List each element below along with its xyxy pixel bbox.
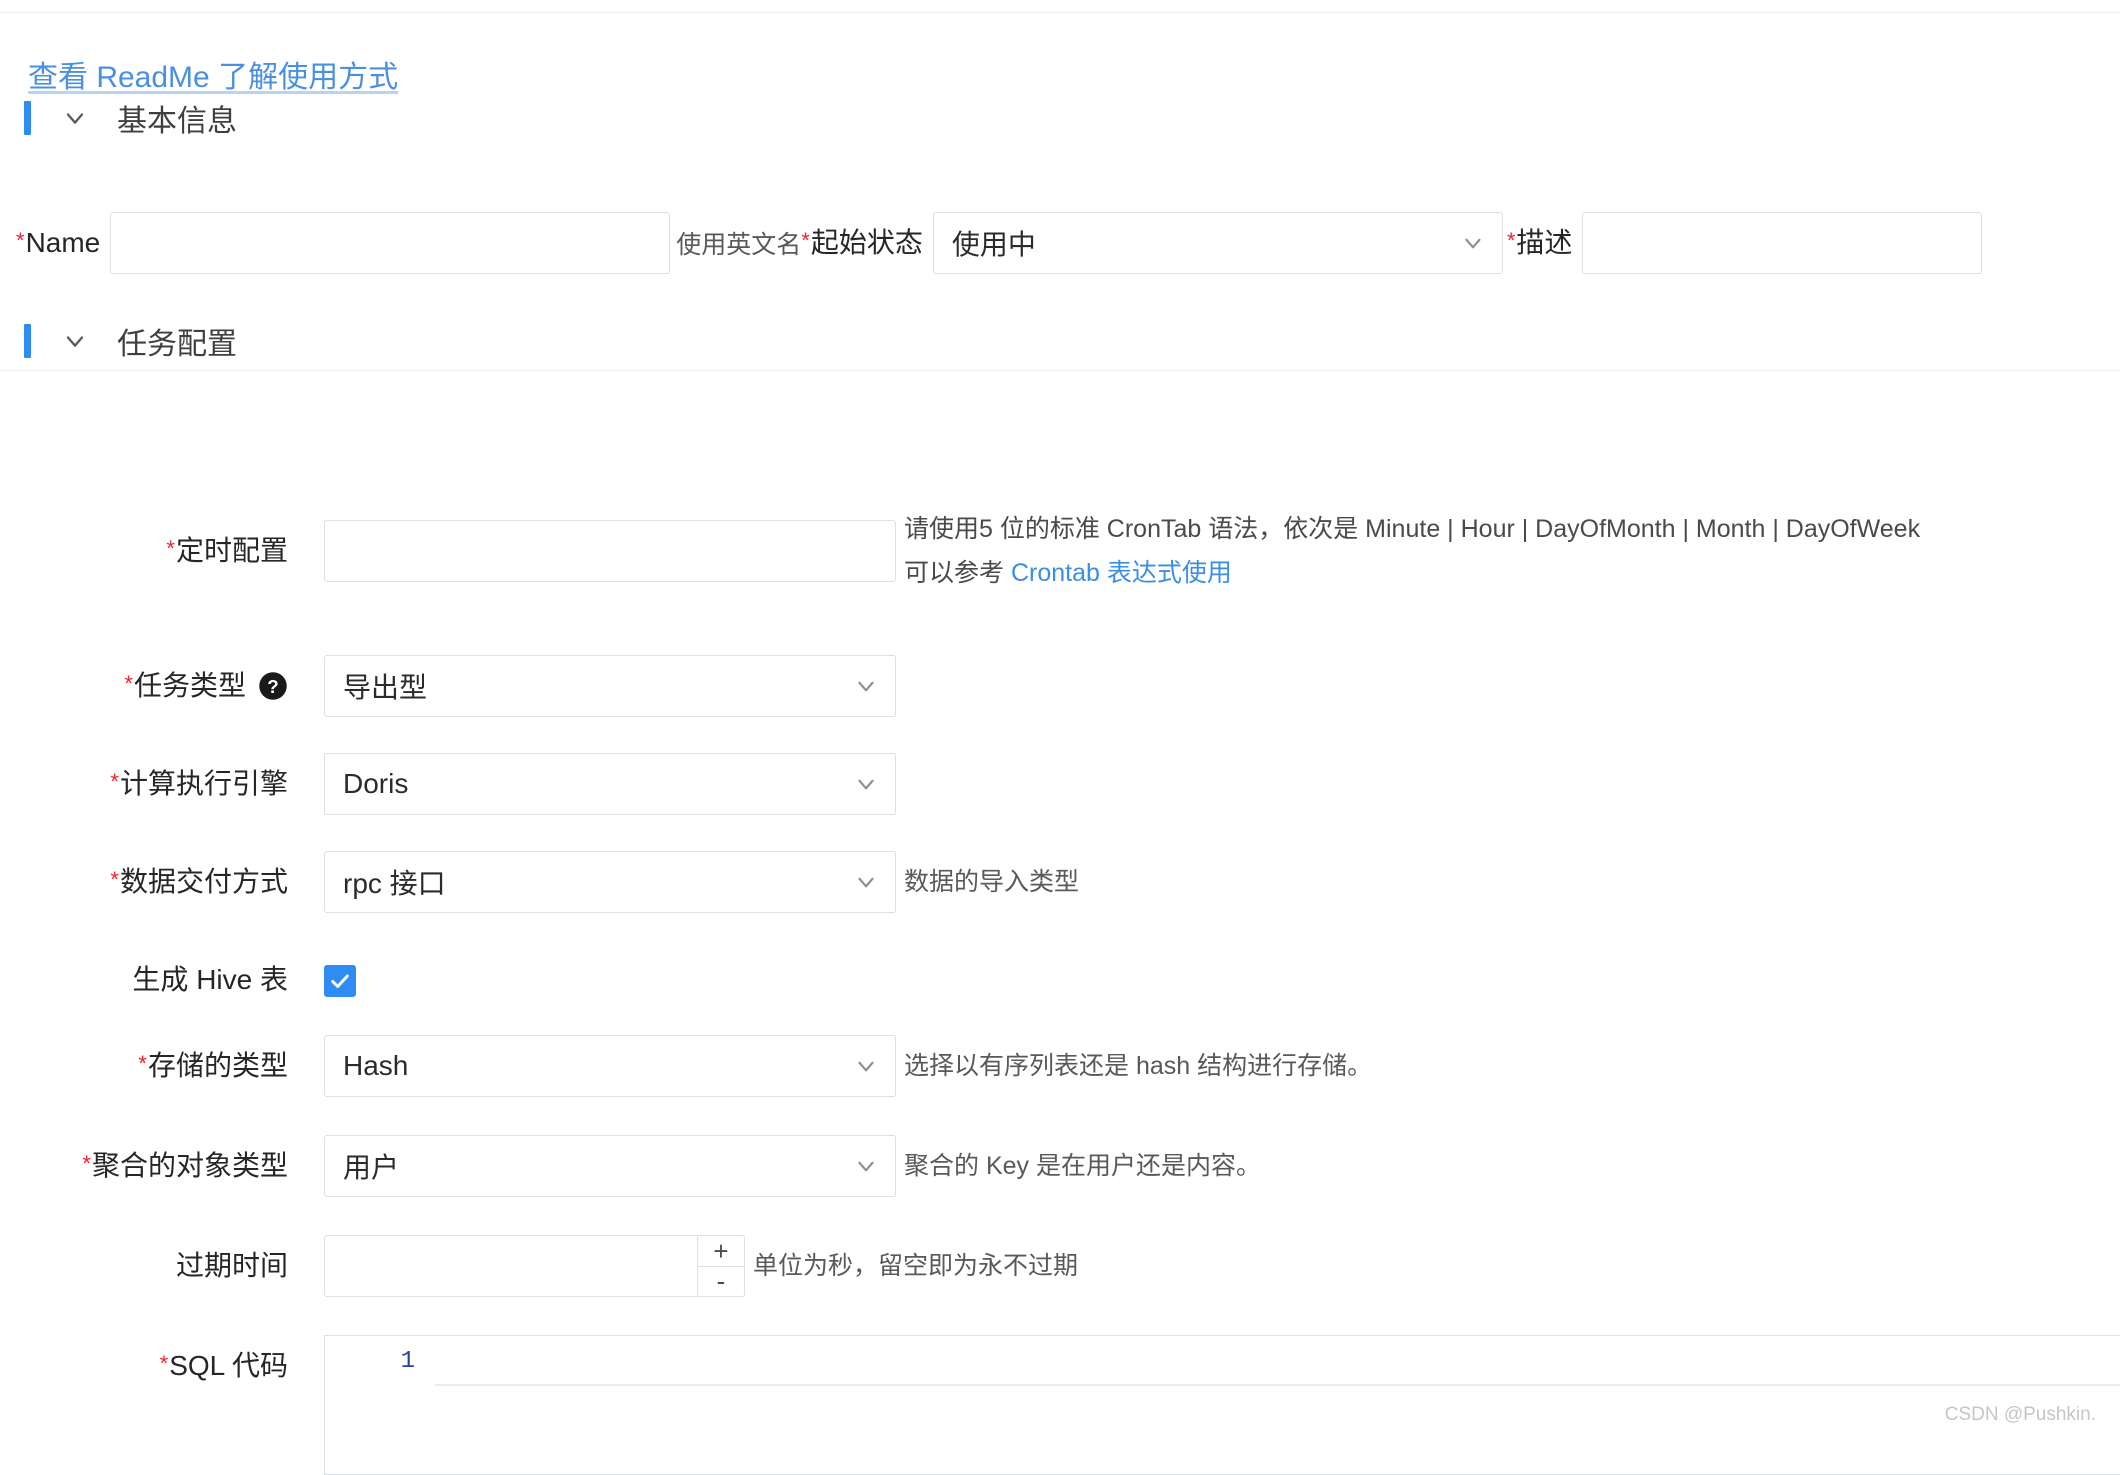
form-row-cron: *定时配置 请使用5 位的标准 CronTab 语法，依次是 Minute | … [0,520,1920,582]
chevron-down-icon [853,771,879,797]
section-title: 基本信息 [117,96,237,140]
cron-label: *定时配置 [0,520,288,582]
section-accent-bar [24,101,31,135]
section-header-task-config[interactable]: 任务配置 [24,323,237,359]
sql-code-editor[interactable]: 1 [324,1335,2120,1475]
form-row-hive-table: 生成 Hive 表 [0,949,356,1011]
delivery-value: rpc 接口 [343,862,446,902]
delivery-label: *数据交付方式 [0,851,288,913]
cron-input[interactable] [324,520,896,582]
chevron-down-icon [853,1153,879,1179]
required-asterisk: * [124,671,133,696]
aggregate-object-label: *聚合的对象类型 [0,1135,288,1197]
expire-time-stepper[interactable]: + - [324,1235,745,1297]
section-accent-bar [24,324,31,358]
initial-state-select[interactable]: 使用中 [933,212,1503,274]
initial-state-label: *起始状态 [801,229,923,257]
expire-time-label: 过期时间 [0,1235,288,1297]
aggregate-object-value: 用户 [343,1146,399,1186]
chevron-down-icon [853,673,879,699]
description-label: *描述 [1507,229,1573,257]
cron-hint: 请使用5 位的标准 CronTab 语法，依次是 Minute | Hour |… [904,520,1920,582]
required-asterisk: * [138,1051,147,1076]
chevron-down-icon[interactable] [55,104,95,132]
task-type-value: 导出型 [343,666,427,706]
form-row-engine: *计算执行引擎 Doris [0,753,896,815]
name-input[interactable] [110,212,670,274]
engine-label: *计算执行引擎 [0,753,288,815]
chevron-down-icon [853,1053,879,1079]
cron-hint-line1: 请使用5 位的标准 CronTab 语法，依次是 Minute | Hour |… [904,507,1920,551]
hive-table-label: 生成 Hive 表 [0,949,288,1011]
engine-select[interactable]: Doris [324,753,896,815]
storage-type-label: *存储的类型 [0,1035,288,1097]
section-title: 任务配置 [117,319,237,363]
expire-time-input[interactable] [325,1236,697,1296]
code-gutter: 1 [325,1336,435,1474]
crontab-expression-link[interactable]: Crontab 表达式使用 [1011,559,1232,587]
required-asterisk: * [110,769,119,794]
section-header-basic-info[interactable]: 基本信息 [24,100,237,136]
engine-value: Doris [343,768,408,800]
section-divider [0,370,2120,371]
required-asterisk: * [166,536,175,561]
aggregate-object-select[interactable]: 用户 [324,1135,896,1197]
delivery-hint: 数据的导入类型 [904,851,1079,913]
active-line-highlight [435,1336,2120,1386]
required-asterisk: * [110,867,119,892]
aggregate-object-hint: 聚合的 Key 是在用户还是内容。 [904,1135,1261,1197]
expire-time-hint: 单位为秒，留空即为永不过期 [753,1235,1078,1297]
chevron-down-icon[interactable] [55,327,95,355]
basic-info-row: *Name 使用英文名 *起始状态 使用中 *描述 [0,203,2120,283]
storage-type-value: Hash [343,1050,408,1082]
svg-text:?: ? [267,675,278,696]
stepper-buttons: + - [697,1236,744,1296]
top-divider [0,12,2120,13]
storage-type-select[interactable]: Hash [324,1035,896,1097]
hive-table-checkbox[interactable] [324,965,356,997]
stepper-decrement-button[interactable]: - [698,1267,744,1297]
chevron-down-icon [853,869,879,895]
required-asterisk: * [801,228,810,253]
form-row-delivery: *数据交付方式 rpc 接口 数据的导入类型 [0,851,1079,913]
form-row-sql-code: *SQL 代码 1 [0,1335,2120,1475]
sql-code-label: *SQL 代码 [0,1335,288,1397]
description-input[interactable] [1582,212,1982,274]
stepper-increment-button[interactable]: + [698,1236,744,1267]
storage-type-hint: 选择以有序列表还是 hash 结构进行存储。 [904,1035,1372,1097]
required-asterisk: * [1507,228,1516,253]
readme-link[interactable]: 查看 ReadMe 了解使用方式 [28,52,398,96]
task-type-label: *任务类型? [0,655,288,717]
form-row-task-type: *任务类型? 导出型 [0,655,896,717]
cron-hint-line2: 可以参考 Crontab 表达式使用 [904,551,1920,595]
initial-state-value: 使用中 [952,223,1036,263]
name-hint: 使用英文名 [676,225,801,261]
required-asterisk: * [16,228,25,253]
delivery-select[interactable]: rpc 接口 [324,851,896,913]
form-row-aggregate-object: *聚合的对象类型 用户 聚合的 Key 是在用户还是内容。 [0,1135,1261,1197]
form-row-expire-time: 过期时间 + - 单位为秒，留空即为永不过期 [0,1235,1078,1297]
required-asterisk: * [82,1151,91,1176]
required-asterisk: * [160,1351,169,1376]
line-number: 1 [401,1348,415,1375]
watermark: CSDN @Pushkin. [1945,1404,2096,1426]
form-row-storage-type: *存储的类型 Hash 选择以有序列表还是 hash 结构进行存储。 [0,1035,1372,1097]
name-label: *Name [16,229,100,257]
task-type-select[interactable]: 导出型 [324,655,896,717]
chevron-down-icon [1460,230,1486,256]
code-text-area[interactable] [435,1336,2120,1474]
question-circle-icon[interactable]: ? [258,671,288,701]
